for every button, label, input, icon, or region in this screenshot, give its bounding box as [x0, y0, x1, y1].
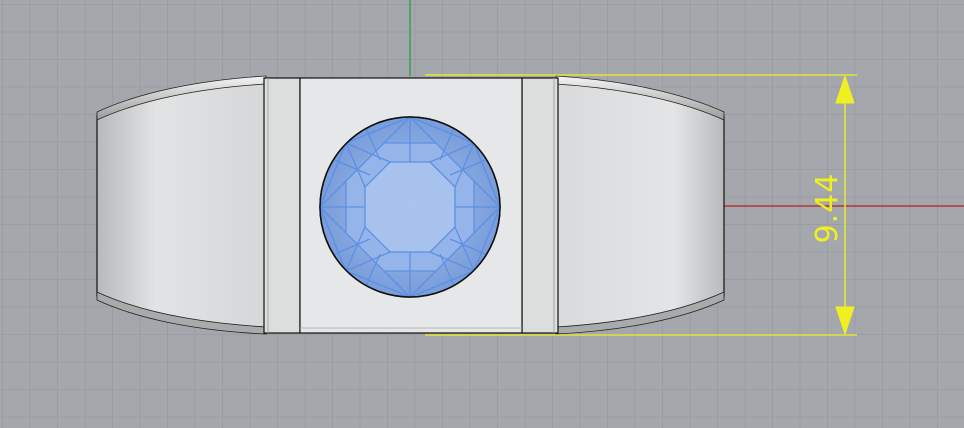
dimension-arrow-top	[835, 74, 855, 104]
ring-band-right	[555, 75, 725, 335]
gem-stone	[319, 116, 501, 298]
ring-band-left	[96, 75, 267, 335]
dimension-value-label: 9.44	[810, 172, 845, 244]
dimension-arrow-bottom	[835, 306, 855, 336]
viewport-canvas[interactable]: 9.44	[0, 0, 964, 428]
